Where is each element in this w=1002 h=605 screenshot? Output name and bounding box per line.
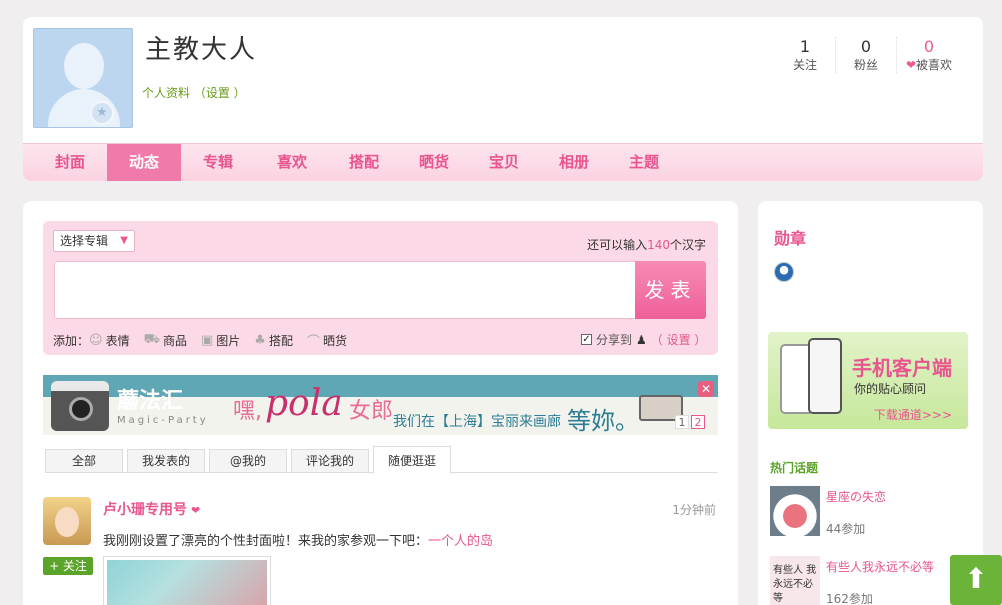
topic-thumbnail[interactable]	[770, 486, 820, 536]
star-badge-icon: ★	[90, 101, 114, 125]
tab-mentions[interactable]: @我的	[209, 449, 287, 473]
cart-icon: ⛟	[143, 332, 160, 347]
tool-outfit[interactable]: ♣ 搭配	[254, 332, 293, 349]
banner-pola-logo: pola	[265, 383, 343, 424]
diamond-badge-icon: ❤	[191, 504, 201, 517]
share-setting-link[interactable]: （ 设置 ）	[651, 331, 707, 348]
share-checkbox[interactable]: ✓	[581, 334, 592, 345]
banner-brand: 蘑法汇	[117, 389, 184, 414]
profile-nav: 封面 动态 专辑 喜欢 搭配 晒货 宝贝 相册 主题	[23, 143, 983, 181]
topic-link[interactable]: 星座の失恋	[826, 488, 886, 505]
nav-cover[interactable]: 封面	[33, 144, 107, 181]
stat-following[interactable]: 1 关注	[775, 37, 836, 73]
avatar[interactable]: ★	[33, 28, 133, 128]
shirt-icon: ♣	[254, 333, 266, 348]
profile-header: ★ 主教大人 个人资料 （设置 ） 1 关注 0 粉丝 0 ❤被喜欢 封面 动态…	[23, 17, 983, 181]
shoe-icon: ⌒	[306, 335, 320, 350]
post-image[interactable]	[103, 556, 271, 605]
tab-browse[interactable]: 随便逛逛	[373, 446, 451, 474]
close-icon[interactable]: ✕	[698, 381, 714, 397]
stat-liked[interactable]: 0 ❤被喜欢	[897, 37, 961, 73]
qq-medal-icon[interactable]	[774, 262, 794, 282]
banner-hey: 嘿,	[233, 399, 262, 424]
profile-stats: 1 关注 0 粉丝 0 ❤被喜欢	[775, 37, 961, 73]
banner-page-2[interactable]: 2	[691, 415, 705, 429]
nav-items[interactable]: 宝贝	[469, 144, 539, 181]
publish-button[interactable]: 发表	[635, 261, 706, 319]
tool-emoji[interactable]: ☺ 表情	[89, 332, 130, 349]
heart-icon: ❤	[905, 58, 917, 72]
smiley-icon: ☺	[89, 333, 103, 348]
profile-settings-link[interactable]: 个人资料 （设置 ）	[142, 84, 246, 101]
nav-activity[interactable]: 动态	[107, 144, 181, 181]
topic-count: 162参加	[826, 592, 873, 605]
nav-showoff[interactable]: 晒货	[399, 144, 469, 181]
banner-page-1[interactable]: 1	[675, 415, 689, 429]
banner-girl: 女郎	[349, 399, 394, 424]
camera-icon	[51, 381, 109, 431]
medals-title: 勋章	[774, 229, 807, 248]
follow-button[interactable]: + 关注	[43, 557, 93, 575]
char-counter: 还可以输入140个汉字	[587, 238, 706, 252]
post-textarea[interactable]	[54, 261, 636, 319]
stat-followers[interactable]: 0 粉丝	[836, 37, 897, 73]
share-option: ✓ 分享到 ♟ （ 设置 ）	[581, 331, 707, 348]
qq-penguin-icon: ♟	[636, 332, 647, 347]
ad-banner[interactable]: 蘑法汇 Magic-Party 嘿, pola 女郎 我们在【上海】宝丽来画廊 …	[43, 375, 718, 435]
post-composer: 选择专辑 ▼ 还可以输入140个汉字 发表 添加： ☺ 表情 ⛟ 商品 ▣ 图片 ♣ 搭…	[43, 221, 718, 355]
post-text: 我刚刚设置了漂亮的个性封面啦！来我的家参观一下吧：一个人的岛	[103, 534, 494, 549]
back-to-top-arrow-icon[interactable]: ⬆	[950, 555, 1002, 605]
caret-down-icon: ▼	[120, 235, 128, 246]
post-author-name[interactable]: 卢小珊专用号 ❤	[103, 499, 200, 519]
topic-thumbnail[interactable]: 有些人 我永远不必等	[770, 556, 820, 605]
post-link[interactable]: 一个人的岛	[428, 534, 493, 549]
banner-brand-sub: Magic-Party	[117, 415, 209, 426]
banner-pager: 1 2	[675, 415, 707, 429]
tab-all[interactable]: 全部	[45, 449, 123, 473]
tool-image[interactable]: ▣ 图片	[201, 332, 240, 349]
hot-topics-title: 热门话题	[770, 461, 819, 475]
feed-tabs: 全部 我发表的 @我的 评论我的 随便逛逛	[45, 446, 718, 474]
username: 主教大人	[145, 35, 258, 65]
banner-wait: 等妳。	[567, 407, 639, 435]
download-link[interactable]: 下载通道>>>	[874, 406, 952, 423]
avatar-head-shape	[64, 43, 104, 89]
topic-count: 44参加	[826, 522, 866, 536]
album-select[interactable]: 选择专辑 ▼	[53, 230, 135, 252]
feed-panel: 选择专辑 ▼ 还可以输入140个汉字 发表 添加： ☺ 表情 ⛟ 商品 ▣ 图片 ♣ 搭…	[23, 201, 738, 605]
tab-comments[interactable]: 评论我的	[291, 449, 369, 473]
nav-outfits[interactable]: 搭配	[329, 144, 399, 181]
mobile-app-promo[interactable]: 手机客户端 你的贴心顾问 下载通道>>>	[768, 332, 968, 429]
tab-mine[interactable]: 我发表的	[127, 449, 205, 473]
banner-slogan: 我们在【上海】宝丽来画廊	[393, 414, 561, 430]
image-icon: ▣	[200, 333, 214, 348]
post-author-avatar[interactable]	[43, 497, 91, 545]
tool-product[interactable]: ⛟ 商品	[144, 332, 187, 349]
sidebar: 勋章 手机客户端 你的贴心顾问 下载通道>>> 热门话题 星座の失恋 44参加 …	[758, 201, 983, 605]
topic-link[interactable]: 有些人我永远不必等	[826, 558, 934, 575]
nav-albums[interactable]: 专辑	[181, 144, 255, 181]
nav-photos[interactable]: 相册	[539, 144, 609, 181]
tool-showoff[interactable]: ⌒ 晒货	[307, 331, 347, 350]
nav-likes[interactable]: 喜欢	[255, 144, 329, 181]
post-toolbar: 添加： ☺ 表情 ⛟ 商品 ▣ 图片 ♣ 搭配 ⌒ 晒货	[53, 331, 347, 350]
nav-themes[interactable]: 主题	[609, 144, 679, 181]
post-timestamp: 1分钟前	[672, 503, 716, 517]
phone-icon	[808, 338, 842, 414]
